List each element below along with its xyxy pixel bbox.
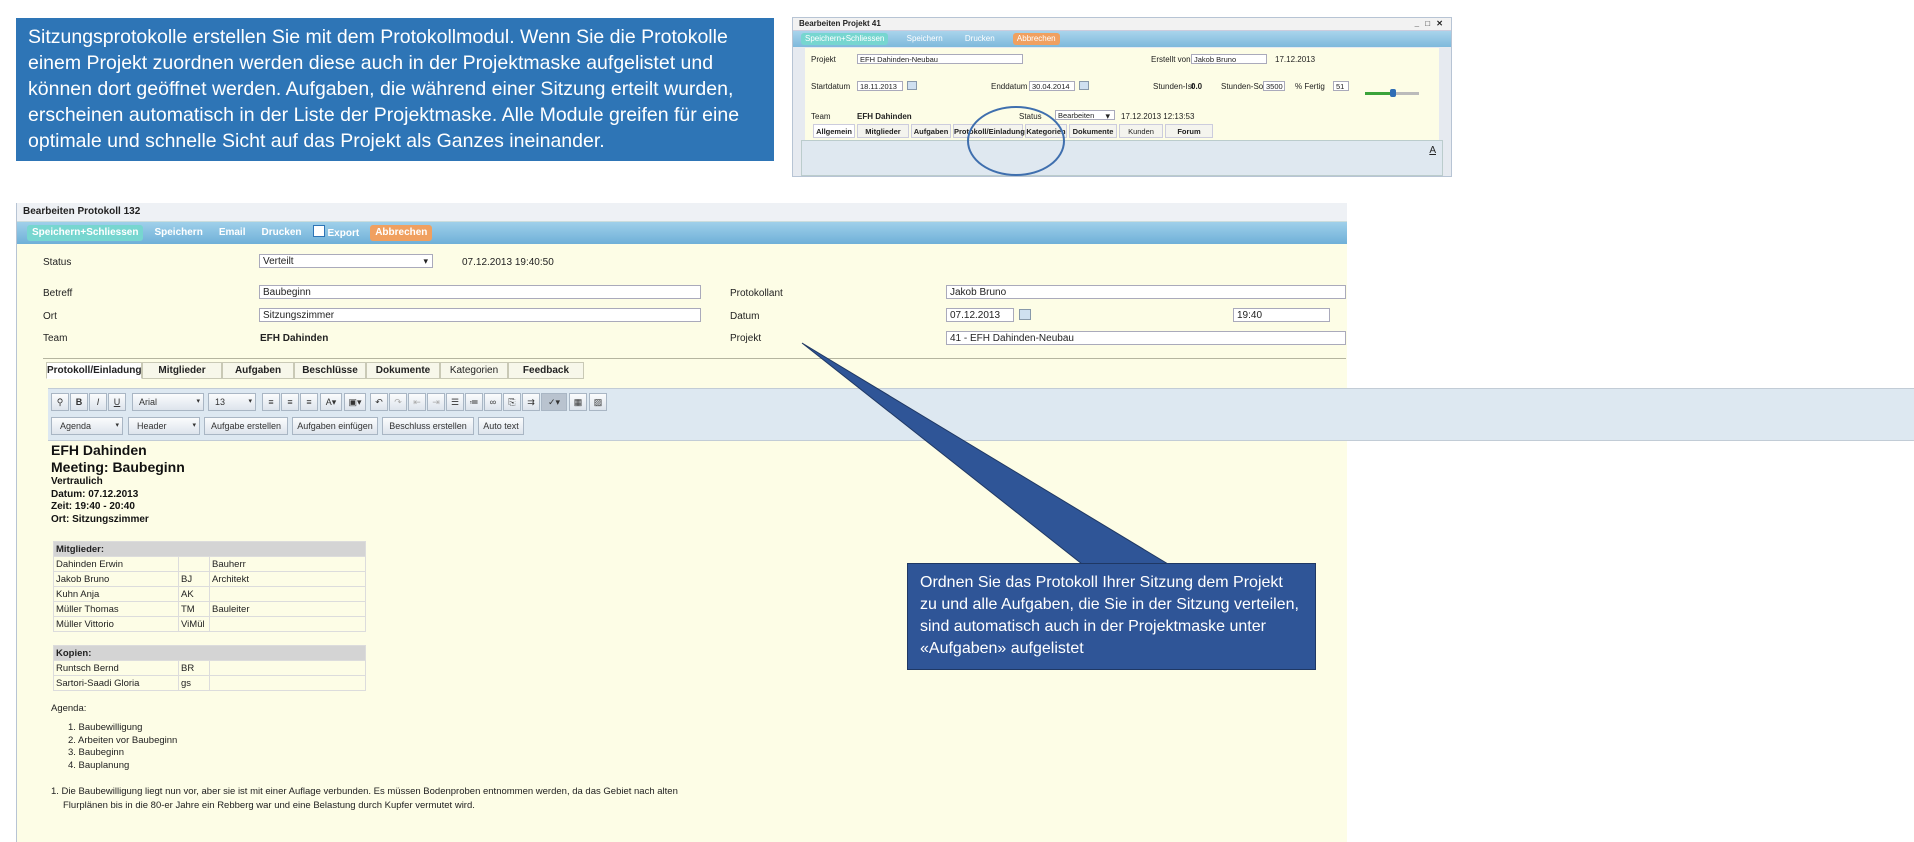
callout-pointer-shape (801, 342, 1170, 565)
info-callout-bottom: Ordnen Sie das Protokoll Ihrer Sitzung d… (907, 563, 1316, 670)
callout-pointer (801, 342, 1170, 565)
